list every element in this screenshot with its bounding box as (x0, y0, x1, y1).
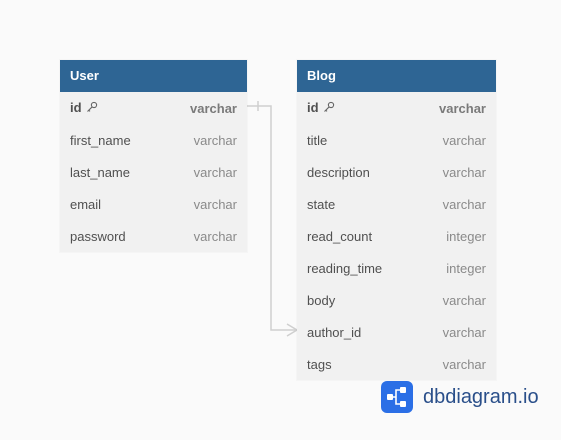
column-row-description[interactable]: description varchar (297, 156, 496, 188)
column-name: title (307, 132, 328, 148)
column-type: varchar (193, 228, 237, 244)
blog-table[interactable]: Blog id varchar title varchar description var… (297, 60, 496, 380)
column-name-wrap: id (307, 100, 335, 116)
column-type: varchar (442, 164, 486, 180)
column-name: last_name (70, 164, 130, 180)
column-type: varchar (442, 324, 486, 340)
column-name-wrap: state (307, 197, 335, 212)
column-type: varchar (442, 132, 486, 148)
column-row-body[interactable]: body varchar (297, 284, 496, 316)
column-row-read-count[interactable]: read_count integer (297, 220, 496, 252)
key-icon (86, 101, 98, 116)
column-name: first_name (70, 132, 131, 148)
column-name: description (307, 164, 370, 180)
column-name-wrap: first_name (70, 133, 131, 148)
column-name-wrap: reading_time (307, 261, 382, 276)
column-name: read_count (307, 228, 373, 244)
column-name: tags (307, 356, 332, 372)
column-name: author_id (307, 324, 362, 340)
column-type: varchar (193, 196, 237, 212)
column-name-wrap: password (70, 229, 126, 244)
column-type: varchar (190, 100, 237, 116)
column-type: varchar (442, 292, 486, 308)
user-table[interactable]: User id varchar first_name varchar last_name… (60, 60, 247, 252)
column-type: varchar (439, 100, 486, 116)
column-name-wrap: body (307, 293, 335, 308)
key-icon (323, 101, 335, 116)
column-row-password[interactable]: password varchar (60, 220, 247, 252)
column-name: email (70, 196, 102, 212)
column-type: integer (446, 228, 486, 244)
column-row-title[interactable]: title varchar (297, 124, 496, 156)
column-name-wrap: last_name (70, 165, 130, 180)
dbdiagram-logo-icon (381, 381, 413, 413)
column-name: id (307, 99, 319, 115)
column-row-tags[interactable]: tags varchar (297, 348, 496, 380)
column-name: password (70, 228, 126, 244)
column-name: reading_time (307, 260, 383, 276)
column-type: integer (446, 260, 486, 276)
brand-text: dbdiagram.io (423, 385, 539, 408)
column-name-wrap: description (307, 165, 370, 180)
column-row-reading-time[interactable]: reading_time integer (297, 252, 496, 284)
column-name-wrap: email (70, 197, 101, 212)
column-name-wrap: tags (307, 357, 332, 372)
column-row-state[interactable]: state varchar (297, 188, 496, 220)
column-row-author-id[interactable]: author_id varchar (297, 316, 496, 348)
column-type: varchar (193, 132, 237, 148)
column-type: varchar (442, 356, 486, 372)
column-row-id[interactable]: id varchar (297, 92, 496, 124)
column-name: id (70, 99, 82, 115)
column-name-wrap: id (70, 100, 98, 116)
table-header[interactable]: User (60, 60, 247, 92)
brand[interactable]: dbdiagram.io (381, 381, 539, 413)
blog-columns: id varchar title varchar description varchar s… (297, 92, 496, 380)
column-row-last-name[interactable]: last_name varchar (60, 156, 247, 188)
column-name-wrap: read_count (307, 229, 372, 244)
table-header[interactable]: Blog (297, 60, 496, 92)
column-type: varchar (193, 164, 237, 180)
column-name: state (307, 196, 336, 212)
column-row-id[interactable]: id varchar (60, 92, 247, 124)
user-columns: id varchar first_name varchar last_name varch… (60, 92, 247, 252)
column-name-wrap: author_id (307, 325, 361, 340)
column-name: body (307, 292, 336, 308)
column-type: varchar (442, 196, 486, 212)
column-row-email[interactable]: email varchar (60, 188, 247, 220)
column-row-first-name[interactable]: first_name varchar (60, 124, 247, 156)
column-name-wrap: title (307, 133, 327, 148)
